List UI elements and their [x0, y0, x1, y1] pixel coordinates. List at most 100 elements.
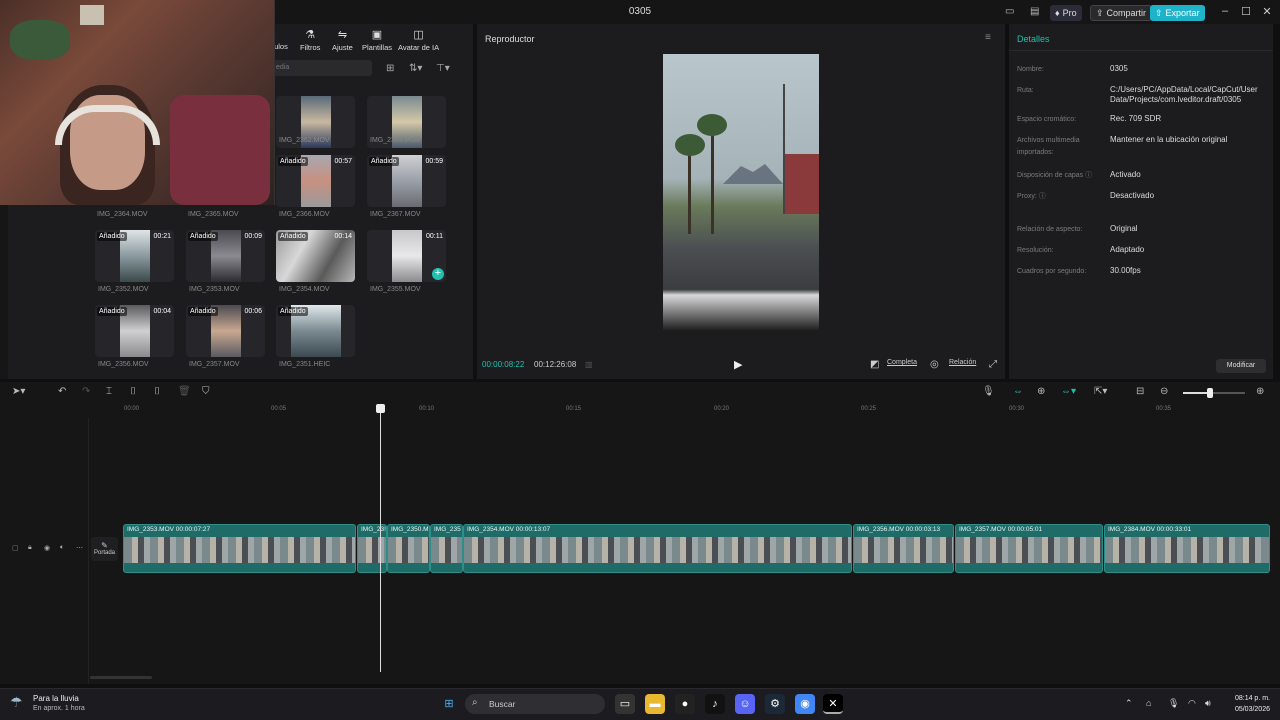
- track-select-icon[interactable]: ▢: [12, 544, 19, 552]
- wifi-icon[interactable]: ◠: [1188, 698, 1196, 709]
- media-item[interactable]: Añadido 00:57: [276, 155, 355, 207]
- cover-button[interactable]: ✎ Portada: [91, 537, 118, 561]
- tiktok-icon[interactable]: ♪: [705, 694, 725, 714]
- tab-adjust[interactable]: ⇋ Ajuste: [332, 28, 353, 52]
- pole: [783, 84, 785, 214]
- details-title: Detalles: [1017, 34, 1050, 44]
- weather-icon[interactable]: ☂: [10, 694, 23, 711]
- share-button[interactable]: ⇪ Compartir: [1090, 5, 1153, 21]
- media-item[interactable]: Añadido 00:59: [367, 155, 446, 207]
- timeline-clip[interactable]: IMG_2353.MOV 00:00:07:27: [123, 524, 356, 573]
- grid-view-icon[interactable]: ⊞: [386, 63, 394, 74]
- menu-icon[interactable]: ≡: [985, 32, 991, 43]
- timeline-clip[interactable]: IMG_2357.MOV 00:00:05:01: [955, 524, 1103, 573]
- volume-icon[interactable]: 🔈︎: [60, 544, 64, 552]
- network-icon[interactable]: ⌂: [1146, 698, 1151, 708]
- taskbar-clock[interactable]: 08:14 p. m. 05/03/2026: [1225, 693, 1270, 715]
- mic-tray-icon[interactable]: 🎙: [1168, 698, 1179, 709]
- export-button[interactable]: ⇧ Exportar: [1150, 5, 1205, 21]
- discord-icon[interactable]: ☺: [735, 694, 755, 714]
- caption-icon[interactable]: ⊟: [1136, 386, 1144, 397]
- sort-icon[interactable]: ⇅▾: [409, 63, 422, 74]
- media-item[interactable]: Añadido: [276, 305, 355, 357]
- more-icon[interactable]: ⋯: [76, 544, 83, 552]
- media-item-name: IMG_2357.MOV: [189, 361, 240, 368]
- media-search-input[interactable]: edia: [272, 60, 372, 76]
- preview-axis-icon[interactable]: ⇱▾: [1094, 386, 1107, 397]
- windows-start-icon[interactable]: ⊞: [439, 694, 459, 714]
- fullscreen-icon[interactable]: ⤢: [989, 359, 997, 370]
- screenshot-icon[interactable]: ◎: [930, 359, 939, 370]
- delete-icon[interactable]: 🗑: [178, 386, 191, 397]
- detail-value: Rec. 709 SDR: [1110, 114, 1162, 123]
- capcut-icon[interactable]: ✕: [823, 694, 843, 714]
- split-left-icon[interactable]: ⌷: [130, 386, 136, 397]
- palm-top: [697, 114, 727, 136]
- speaker-icon[interactable]: 🔊︎: [1205, 698, 1211, 709]
- maximize-icon[interactable]: ☐: [1238, 5, 1254, 19]
- close-icon[interactable]: ✕: [1259, 5, 1275, 19]
- video-preview: [663, 54, 819, 331]
- timeline-toolbar: [0, 382, 1280, 404]
- shortcut-icon[interactable]: ▤: [1030, 6, 1039, 17]
- folder-icon[interactable]: ▬: [645, 694, 665, 714]
- steam-icon[interactable]: ⚙: [765, 694, 785, 714]
- lock-icon[interactable]: 🔒︎: [28, 544, 32, 552]
- split-icon[interactable]: ⌶: [106, 386, 112, 397]
- undo-icon[interactable]: ↶: [58, 386, 66, 397]
- filter-dropdown-icon[interactable]: ⊤▾: [436, 63, 450, 74]
- play-button[interactable]: ▶: [734, 358, 742, 371]
- timeline-clip[interactable]: IMG_2356.MOV 00:00:03:13: [853, 524, 954, 573]
- eye-icon[interactable]: ◉: [44, 544, 50, 552]
- select-tool-icon[interactable]: ➤▾: [12, 386, 25, 397]
- timeline-clip[interactable]: IMG_235: [430, 524, 463, 573]
- obs-icon[interactable]: ●: [675, 694, 695, 714]
- link-icon[interactable]: ⇔: [1013, 386, 1023, 397]
- weather-title[interactable]: Para la lluvia: [33, 694, 79, 703]
- modify-button[interactable]: Modificar: [1216, 359, 1266, 373]
- split-right-icon[interactable]: ⌷: [154, 386, 160, 397]
- timeline-ruler: [0, 404, 1280, 418]
- timeline-view-icon[interactable]: ▥: [585, 360, 593, 369]
- playhead-handle[interactable]: [376, 404, 385, 413]
- media-item[interactable]: Añadido 00:04: [95, 305, 174, 357]
- playhead[interactable]: [380, 404, 381, 672]
- timeline-clip[interactable]: IMG_23!: [357, 524, 387, 573]
- timeline-clip[interactable]: IMG_2350.M: [387, 524, 430, 573]
- zoom-out-icon[interactable]: ⊖: [1160, 386, 1168, 397]
- shield-icon[interactable]: ⛉: [202, 386, 210, 397]
- zoom-slider-handle[interactable]: [1207, 388, 1213, 398]
- timeline-clip[interactable]: IMG_2384.MOV 00:00:33:01: [1104, 524, 1270, 573]
- minimize-icon[interactable]: –: [1217, 5, 1233, 19]
- taskbar: [0, 688, 1280, 720]
- add-to-timeline-button[interactable]: +: [432, 268, 444, 280]
- crop-icon[interactable]: ◩: [870, 359, 879, 370]
- timeline-clip[interactable]: IMG_2354.MOV 00:00:13:07: [463, 524, 852, 573]
- chrome-icon[interactable]: ◉: [795, 694, 815, 714]
- snap-icon[interactable]: ⊕: [1037, 386, 1045, 397]
- media-item[interactable]: Añadido 00:09: [186, 230, 265, 282]
- media-item[interactable]: Añadido 00:14: [276, 230, 355, 282]
- timeline-scrollbar[interactable]: [90, 676, 152, 679]
- detail-key: Espacio cromático:: [1017, 116, 1077, 123]
- pro-button[interactable]: ♦ Pro: [1050, 5, 1082, 21]
- media-item[interactable]: Añadido 00:21: [95, 230, 174, 282]
- tab-filters[interactable]: ⚗ Filtros: [300, 28, 320, 52]
- details-panel: Detalles Nombre: 0305 Ruta: C:/Users/PC/…: [1009, 24, 1273, 379]
- full-quality-button[interactable]: Completa: [887, 359, 917, 366]
- aspect-ratio-button[interactable]: Relación: [949, 359, 976, 366]
- microphone-icon[interactable]: 🎙: [982, 386, 995, 397]
- zoom-in-icon[interactable]: ⊕: [1256, 386, 1264, 397]
- layout-icon[interactable]: ▭: [1005, 6, 1014, 17]
- detail-value: Activado: [1110, 170, 1141, 179]
- chevron-up-icon[interactable]: ⌃: [1125, 698, 1133, 709]
- detail-key: Archivos multimedia importados:: [1017, 137, 1080, 156]
- media-item[interactable]: Añadido 00:06: [186, 305, 265, 357]
- redo-icon[interactable]: ↷: [82, 386, 90, 397]
- diamond-icon: ♦: [1055, 8, 1060, 18]
- taskbar-search-input[interactable]: ⌕ Buscar: [465, 694, 605, 714]
- tab-templates[interactable]: ▣ Plantillas: [362, 28, 392, 52]
- magnet-icon[interactable]: ⇔▾: [1061, 386, 1076, 397]
- file-explorer-icon[interactable]: ▭: [615, 694, 635, 714]
- tab-ai-avatar[interactable]: ◫ Avatar de IA: [398, 28, 439, 52]
